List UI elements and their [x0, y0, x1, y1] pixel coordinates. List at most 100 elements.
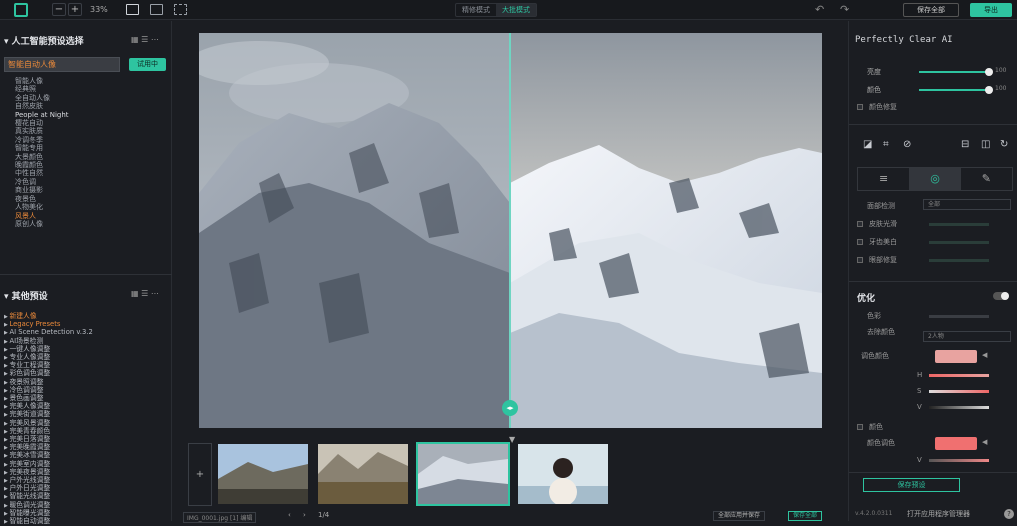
help-icon[interactable]: ? [1004, 509, 1014, 519]
add-image-button[interactable]: + [188, 443, 212, 506]
color-fix-checkbox[interactable] [857, 104, 863, 110]
preset-item[interactable]: 人物美化 [15, 203, 69, 211]
preset-item[interactable]: People at Night [15, 111, 69, 119]
split-view-icon[interactable] [150, 4, 163, 15]
collapse-caret-icon[interactable]: ▼ [509, 435, 515, 444]
preset-item[interactable]: 经典照 [15, 85, 69, 93]
preset-item[interactable]: 夜景色 [15, 195, 69, 203]
tab-batch-mode[interactable]: 大批模式 [496, 4, 536, 16]
zoom-level: 33% [90, 5, 108, 14]
crop-icon[interactable]: ⌗ [883, 139, 889, 150]
save-preset-button[interactable]: 保存预设 [863, 478, 960, 492]
apply-all-save-button[interactable]: 全部应用并保存 [713, 511, 766, 521]
tab-adjust-icon[interactable]: ≡ [858, 168, 909, 190]
thumbnail-4[interactable] [518, 444, 608, 504]
export-button[interactable]: 导出 [970, 3, 1012, 17]
teeth-white-slider[interactable] [929, 241, 989, 244]
other-preset-item[interactable]: 智能自动调整 [4, 517, 93, 526]
thumbnail-1[interactable] [218, 444, 308, 504]
undo-icon[interactable]: ↶ [815, 3, 824, 16]
thumbnail-2[interactable] [318, 444, 408, 504]
split-line[interactable] [509, 33, 511, 428]
left-panel: ▾ 人工智能预设选择 ▦ ☰ ⋯ 智能自动人像 试用中 智能人像 经典照 全自动人像… [0, 21, 172, 525]
next-page-button[interactable]: › [303, 511, 306, 519]
crop-view-icon[interactable] [174, 4, 187, 15]
preset-trial-button[interactable]: 试用中 [129, 58, 166, 71]
histogram-icon[interactable]: ◪ [863, 139, 872, 150]
file-status[interactable]: IMG_0001.jpg [1] 编辑 [183, 512, 257, 523]
color-checkbox[interactable] [857, 424, 863, 430]
other-view-toggle-icon[interactable]: ▦ ☰ ⋯ [131, 289, 159, 298]
main-photo[interactable]: ◂▸ [199, 33, 822, 428]
tab-fine-mode[interactable]: 精修模式 [456, 4, 496, 16]
eye-fix-checkbox[interactable] [857, 257, 863, 263]
preset-item[interactable]: 风景人 [15, 212, 69, 220]
thumbnail-image [218, 444, 308, 504]
color2-swatch[interactable] [935, 437, 977, 450]
preset-select[interactable]: 智能自动人像 [4, 57, 120, 72]
zoom-in-button[interactable]: + [68, 3, 82, 16]
preset-item[interactable]: 自然皮肤 [15, 102, 69, 110]
view-toggle-icon[interactable]: ▦ ☰ ⋯ [131, 35, 159, 44]
slider-brightness[interactable]: 亮度 100 [863, 67, 1013, 77]
face-detect-dropdown[interactable]: 全部 [923, 199, 1011, 210]
preset-item[interactable]: 商业摄影 [15, 186, 69, 194]
tab-ai-icon[interactable]: ◎ [909, 168, 961, 190]
save-all-button[interactable]: 保存全部 [903, 3, 959, 17]
tab-retouch-icon[interactable]: ✎ [961, 168, 1012, 190]
v2-slider[interactable] [929, 459, 989, 462]
open-manager-link[interactable]: 打开应用程序管理器 [907, 509, 970, 519]
hue-slider[interactable] [929, 374, 989, 377]
divider [0, 274, 172, 275]
slider-track[interactable] [919, 86, 993, 94]
preset-item[interactable]: 智能专用 [15, 144, 69, 152]
redo-icon[interactable]: ↷ [840, 3, 849, 16]
slider-fill [919, 71, 989, 73]
slider-color[interactable]: 颜色 100 [863, 85, 1013, 95]
preset-list: 智能人像 经典照 全自动人像 自然皮肤 People at Night 樱花自动 真实肤质冷… [15, 77, 69, 228]
split-icon[interactable]: ⊟ [961, 139, 969, 150]
zoom-out-button[interactable]: − [52, 3, 66, 16]
eye-fix-slider[interactable] [929, 259, 989, 262]
thumbnail-3-selected[interactable] [416, 442, 510, 506]
saturation-slider[interactable] [929, 390, 989, 393]
right-panel: Perfectly Clear AI 亮度 100 颜色 100 颜色修复 ◪ … [848, 21, 1017, 521]
preset-item[interactable]: 原创人像 [15, 220, 69, 228]
image-canvas: ◂▸ [173, 21, 847, 441]
reset-icon[interactable]: ↻ [1000, 139, 1008, 150]
face-detect-label: 面部检测 [867, 202, 895, 210]
skin-smooth-slider[interactable] [929, 223, 989, 226]
divider [849, 281, 1017, 282]
opt-person-dropdown[interactable]: 2人物 [923, 331, 1011, 342]
preset-item[interactable]: 真实肤质 [15, 127, 69, 135]
divider [849, 472, 1017, 473]
skin-smooth-checkbox[interactable] [857, 221, 863, 227]
saturation-label: S [917, 387, 922, 395]
value-slider[interactable] [929, 406, 989, 409]
thumbnail-image [518, 444, 608, 504]
slider-knob[interactable] [985, 68, 993, 76]
optimize-toggle[interactable] [993, 292, 1009, 300]
preset-item[interactable]: 冷调冬季 [15, 136, 69, 144]
compare-icon[interactable]: ◫ [981, 139, 990, 150]
single-view-icon[interactable] [126, 4, 139, 15]
picker2-arrow-icon[interactable]: ◀ [982, 438, 987, 446]
slider-label: 颜色 [867, 86, 881, 94]
opt-label-remove: 去除颜色 [867, 328, 895, 336]
opt-color-slider[interactable] [929, 315, 989, 318]
split-handle-icon[interactable]: ◂▸ [502, 400, 518, 416]
picker-arrow-icon[interactable]: ◀ [982, 351, 987, 359]
tone-color-swatch[interactable] [935, 350, 977, 363]
preset-item[interactable]: 大景颜色 [15, 153, 69, 161]
save-all-bottom-button[interactable]: 保存全部 [788, 511, 823, 521]
other-preset-section-title: ▾ 其他预设 [4, 292, 48, 302]
mask-icon[interactable]: ⊘ [903, 139, 911, 150]
preset-item[interactable]: 中性自然 [15, 169, 69, 177]
page-indicator: 1/4 [318, 511, 330, 519]
prev-page-button[interactable]: ‹ [288, 511, 291, 519]
slider-track[interactable] [919, 68, 993, 76]
preset-item[interactable]: 全自动人像 [15, 94, 69, 102]
teeth-white-checkbox[interactable] [857, 239, 863, 245]
slider-knob[interactable] [985, 86, 993, 94]
other-preset-list: 新建人像Legacy PresetsAI Scene Detection v.3… [4, 312, 93, 526]
